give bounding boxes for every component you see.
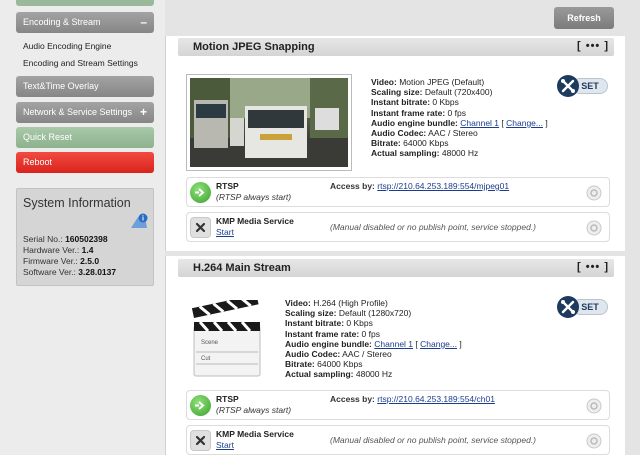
firmware-row: Firmware Ver.: 2.5.0: [23, 256, 100, 266]
change-audio-link[interactable]: Change...: [420, 339, 457, 349]
rtsp-service-row: RTSP (RTSP always start) Access by: rtsp…: [186, 390, 610, 420]
bitrate-value: 64000 Kbps: [403, 138, 449, 149]
stream-details-h264: Video: H.264 (High Profile) Scaling size…: [285, 298, 462, 380]
snapshot-image: [190, 78, 348, 167]
sidebar-item-encoding-stream-settings[interactable]: Encoding and Stream Settings: [23, 58, 138, 68]
info-icon[interactable]: i: [129, 213, 149, 231]
stream-details-mjpeg: Video: Motion JPEG (Default) Scaling siz…: [371, 77, 548, 159]
kmp-start-link[interactable]: Start: [216, 227, 234, 237]
panel-header-motion-jpeg: Motion JPEG Snapping [ ••• ]: [178, 38, 614, 56]
kmp-start-link[interactable]: Start: [216, 440, 234, 450]
rtsp-url-link[interactable]: rtsp://210.64.253.189:554/mjpeg01: [377, 181, 509, 191]
audio-channel-link[interactable]: Channel 1: [374, 339, 413, 349]
quick-reset-label: Quick Reset: [23, 132, 73, 142]
gear-icon[interactable]: [586, 398, 602, 414]
expand-icon: +: [139, 105, 147, 119]
scaling-value: Default (1280x720): [338, 308, 412, 319]
video-value: Motion JPEG (Default): [399, 77, 485, 87]
stopped-icon: [190, 217, 211, 238]
clapper-cut-label: Cut: [201, 356, 211, 362]
audio-codec-value: AAC / Stereo: [342, 349, 392, 360]
panel-title: H.264 Main Stream: [193, 262, 291, 274]
bitrate-value: 64000 Kbps: [317, 359, 363, 370]
audio-codec-value: AAC / Stereo: [428, 128, 478, 139]
refresh-button[interactable]: Refresh: [554, 7, 614, 29]
nav-encoding-stream-label: Encoding & Stream: [23, 17, 101, 27]
panel-h264-main: H.264 Main Stream [ ••• ] Scene Cut Vide…: [165, 256, 625, 455]
gear-icon[interactable]: [586, 433, 602, 449]
tools-icon: [557, 296, 579, 318]
set-button[interactable]: SET: [557, 296, 609, 318]
kmp-service-name: KMP Media Service: [216, 216, 294, 226]
svg-text:i: i: [142, 216, 144, 223]
kmp-service-row: KMP Media Service Start (Manual disabled…: [186, 425, 610, 455]
collapse-icon: –: [140, 15, 147, 29]
main-content: Refresh Motion JPEG Snapping [ ••• ] Vid…: [165, 0, 640, 455]
more-options-button[interactable]: [ ••• ]: [577, 261, 609, 273]
sidebar: Encoding & Stream – Audio Encoding Engin…: [0, 0, 165, 455]
panel-header-h264: H.264 Main Stream [ ••• ]: [178, 259, 614, 277]
serial-row: Serial No.: 160502398: [23, 234, 108, 244]
software-value: 3.28.0137: [78, 267, 117, 277]
play-icon: [190, 182, 211, 203]
audio-channel-link[interactable]: Channel 1: [460, 118, 499, 128]
instant-bitrate-value: 0 Kbps: [346, 318, 373, 329]
right-edge: [625, 0, 640, 455]
clapper-scene-label: Scene: [201, 340, 219, 346]
rtsp-service-name: RTSP: [216, 394, 239, 404]
system-information-title: System Information: [23, 196, 131, 210]
kmp-service-row: KMP Media Service Start (Manual disabled…: [186, 212, 610, 242]
rtsp-access: Access by: rtsp://210.64.253.189:554/ch0…: [330, 394, 495, 404]
system-information-panel: System Information i Serial No.: 1605023…: [16, 188, 154, 286]
hardware-row: Hardware Ver.: 1.4: [23, 245, 94, 255]
reboot-label: Reboot: [23, 157, 53, 167]
rtsp-url-link[interactable]: rtsp://210.64.253.189:554/ch01: [377, 394, 495, 404]
sampling-value: 48000 Hz: [441, 148, 479, 159]
firmware-value: 2.5.0: [80, 256, 100, 266]
change-audio-link[interactable]: Change...: [506, 118, 543, 128]
nav-network-service[interactable]: Network & Service Settings +: [16, 102, 154, 123]
gear-icon[interactable]: [586, 185, 602, 201]
software-row: Software Ver.: 3.28.0137: [23, 267, 117, 277]
nav-encoding-stream[interactable]: Encoding & Stream –: [16, 12, 154, 33]
nav-network-service-label: Network & Service Settings: [23, 107, 133, 117]
kmp-service-note: (Manual disabled or no publish point, se…: [330, 435, 537, 445]
panel-motion-jpeg: Motion JPEG Snapping [ ••• ] Video: Moti…: [165, 36, 625, 251]
scaling-value: Default (720x400): [424, 87, 493, 98]
hardware-value: 1.4: [81, 245, 94, 255]
street-scene-image: [190, 78, 348, 167]
set-button[interactable]: SET: [557, 75, 609, 97]
sidebar-item-audio-encoding-engine[interactable]: Audio Encoding Engine: [23, 41, 111, 51]
nav-text-time-overlay-label: Text&Time Overlay: [23, 81, 99, 91]
snapshot-thumbnail: [186, 74, 352, 171]
rtsp-service-name: RTSP: [216, 181, 239, 191]
quick-reset-button[interactable]: Quick Reset: [16, 127, 154, 148]
framerate-value: 0 fps: [447, 107, 466, 118]
sidebar-top-strip: [16, 0, 154, 6]
serial-value: 160502398: [65, 234, 108, 244]
sampling-value: 48000 Hz: [355, 369, 393, 380]
rtsp-service-status: (RTSP always start): [216, 405, 292, 415]
rtsp-service-row: RTSP (RTSP always start) Access by: rtsp…: [186, 177, 610, 207]
play-icon: [190, 395, 211, 416]
nav-text-time-overlay[interactable]: Text&Time Overlay: [16, 76, 154, 97]
video-value: H.264 (High Profile): [313, 298, 388, 308]
stopped-icon: [190, 430, 211, 451]
instant-bitrate-value: 0 Kbps: [432, 97, 459, 108]
kmp-service-name: KMP Media Service: [216, 429, 294, 439]
framerate-value: 0 fps: [361, 328, 380, 339]
tools-icon: [557, 75, 579, 97]
rtsp-service-status: (RTSP always start): [216, 192, 292, 202]
more-options-button[interactable]: [ ••• ]: [577, 40, 609, 52]
panel-title: Motion JPEG Snapping: [193, 41, 315, 53]
reboot-button[interactable]: Reboot: [16, 152, 154, 173]
gear-icon[interactable]: [586, 220, 602, 236]
kmp-service-note: (Manual disabled or no publish point, se…: [330, 222, 537, 232]
rtsp-access: Access by: rtsp://210.64.253.189:554/mjp…: [330, 181, 510, 191]
